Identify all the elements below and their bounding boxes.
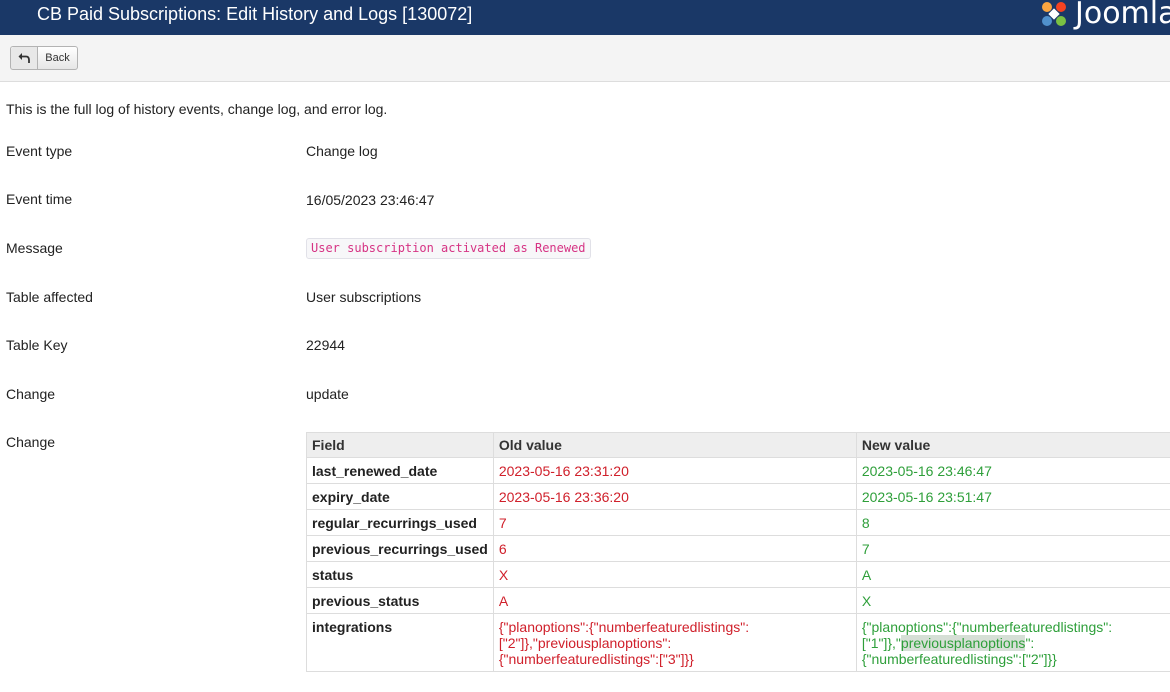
intro-text: This is the full log of history events, … [6, 101, 388, 117]
field-name: previous_recurrings_used [306, 535, 494, 562]
back-button-label: Back [45, 52, 70, 64]
old-value: 6 [492, 535, 857, 562]
new-value-segment: ": [1025, 635, 1035, 651]
message-value: User subscription activated as Renewed [306, 238, 591, 259]
change-type-value: update [306, 386, 349, 402]
highlighted-text: previousplanoptions [900, 635, 1026, 651]
event-time-value: 16/05/2023 23:46:47 [306, 192, 435, 208]
new-value-line: ["1"]},"previousplanoptions": [862, 635, 1170, 651]
joomla-logo-icon [1042, 2, 1066, 26]
field-name: expiry_date [306, 483, 494, 510]
header-bar: CB Paid Subscriptions: Edit History and … [0, 0, 1170, 35]
old-value-line: ["2"]},"previousplanoptions": [498, 635, 672, 651]
changes-table: Field Old value New value last_renewed_d… [306, 432, 1170, 672]
table-header-row: Field Old value New value [306, 432, 1170, 458]
new-value: 2023-05-16 23:51:47 [855, 483, 1170, 510]
new-value: 8 [855, 509, 1170, 536]
message-label: Message [6, 240, 63, 256]
table-key-label: Table Key [6, 337, 68, 353]
old-value: 2023-05-16 23:36:20 [492, 483, 857, 510]
old-value-integrations: {"planoptions":{"numberfeaturedlistings"… [492, 613, 857, 672]
table-row-integrations: integrations {"planoptions":{"numberfeat… [306, 613, 1170, 672]
column-header-field: Field [306, 432, 494, 458]
event-type-label: Event type [6, 143, 73, 159]
new-value-integrations: {"planoptions":{"numberfeaturedlistings"… [855, 613, 1170, 672]
new-value: 7 [855, 535, 1170, 562]
old-value: X [492, 561, 857, 588]
change-type-label: Change [6, 386, 56, 402]
new-value: X [855, 587, 1170, 614]
back-button[interactable]: Back [10, 46, 78, 70]
new-value-line: {"planoptions":{"numberfeaturedlistings"… [861, 619, 1113, 635]
table-row: previous_status A X [306, 587, 1170, 614]
logo-text: Joomla [1075, 0, 1170, 31]
table-row: previous_recurrings_used 6 7 [306, 535, 1170, 562]
undo-arrow-icon [11, 47, 38, 69]
table-row: regular_recurrings_used 7 8 [306, 509, 1170, 536]
table-affected-value: User subscriptions [306, 289, 422, 305]
table-row: status X A [306, 561, 1170, 588]
column-header-old-value: Old value [492, 432, 857, 458]
field-name: last_renewed_date [306, 457, 494, 484]
new-value-segment: ["1"]}," [861, 635, 901, 651]
toolbar: Back [0, 35, 1170, 82]
field-name: previous_status [306, 587, 494, 614]
table-row: last_renewed_date 2023-05-16 23:31:20 20… [306, 457, 1170, 484]
column-header-new-value: New value [855, 432, 1170, 458]
table-key-value: 22944 [306, 337, 345, 353]
event-time-label: Event time [6, 191, 73, 207]
joomla-logo[interactable]: Joomla [1038, 0, 1170, 30]
old-value: 2023-05-16 23:31:20 [492, 457, 857, 484]
field-name: status [306, 561, 494, 588]
table-row: expiry_date 2023-05-16 23:36:20 2023-05-… [306, 483, 1170, 510]
table-affected-label: Table affected [6, 289, 93, 305]
event-type-value: Change log [306, 143, 378, 159]
old-value-line: {"planoptions":{"numberfeaturedlistings"… [498, 619, 750, 635]
new-value-line: {"numberfeaturedlistings":["2"]}} [861, 651, 1057, 667]
page-title: CB Paid Subscriptions: Edit History and … [37, 4, 473, 24]
old-value: A [492, 587, 857, 614]
old-value-line: {"numberfeaturedlistings":["3"]}} [498, 651, 694, 667]
new-value: 2023-05-16 23:46:47 [855, 457, 1170, 484]
new-value: A [855, 561, 1170, 588]
change-table-label: Change [6, 434, 56, 450]
field-name: regular_recurrings_used [306, 509, 494, 536]
old-value: 7 [492, 509, 857, 536]
field-name: integrations [306, 613, 494, 672]
